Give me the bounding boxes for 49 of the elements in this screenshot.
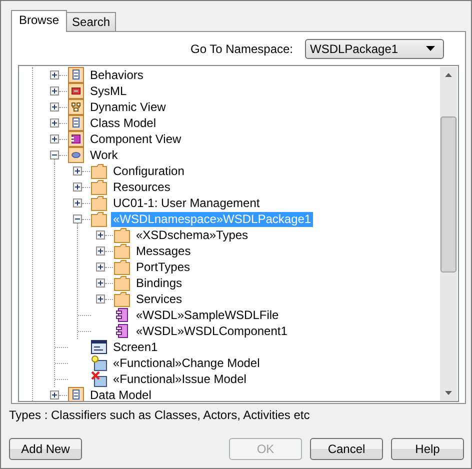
folder-icon	[114, 291, 130, 307]
scrollbar-drawing[interactable]	[440, 67, 457, 401]
folder-icon	[114, 227, 130, 243]
tree-item[interactable]: PortTypes	[134, 260, 192, 274]
package-icon	[68, 147, 84, 163]
tree-item[interactable]: Services	[134, 292, 184, 306]
tree-item[interactable]: Bindings	[134, 276, 184, 290]
folder-icon	[114, 243, 130, 259]
tree-item[interactable]: Messages	[134, 244, 193, 258]
tree-item[interactable]: Screen1	[111, 340, 160, 354]
folder-icon	[91, 179, 107, 195]
dialog-button[interactable]: Cancel	[310, 438, 383, 460]
screen-icon	[91, 339, 107, 355]
package-icon	[68, 115, 84, 131]
namespace-label: Go To Namespace:	[190, 42, 293, 56]
folder-icon	[91, 195, 107, 211]
dialog-button[interactable]: Help	[391, 438, 464, 460]
namespace-dropdown[interactable]: WSDLPackage1	[305, 38, 444, 58]
tree-item[interactable]: «XSDschema»Types	[134, 228, 250, 242]
tree-item[interactable]: Component View	[88, 132, 184, 146]
folder-icon	[114, 275, 130, 291]
component-icon	[114, 307, 130, 323]
tree-item[interactable]: Work	[88, 148, 120, 162]
tree-item[interactable]: Dynamic View	[88, 100, 168, 114]
tree-item[interactable]: UC01-1: User Management	[111, 196, 262, 210]
tree-item[interactable]: Class Model	[88, 116, 158, 130]
tree-item[interactable]: «WSDL»SampleWSDLFile	[134, 308, 281, 322]
tree-item[interactable]: «Functional»Change Model	[111, 356, 262, 370]
description-text: Types : Classifiers such as Classes, Actors, Activities etc	[8, 407, 311, 424]
tree-item[interactable]: Resources	[111, 180, 172, 194]
issue-icon	[91, 371, 107, 387]
tree-item[interactable]: «Functional»Issue Model	[111, 372, 248, 386]
package-icon	[68, 83, 84, 99]
folder-icon	[91, 163, 107, 179]
tree-item[interactable]: Behaviors	[88, 68, 146, 82]
tree-item[interactable]: Configuration	[111, 164, 186, 178]
package-icon	[68, 131, 84, 147]
tree-item[interactable]: Data Model	[88, 388, 154, 401]
dialog-button[interactable]: Add New	[9, 438, 82, 460]
change-request-icon	[91, 355, 107, 371]
tab[interactable]: Search	[66, 12, 116, 31]
tree-item[interactable]: SysML	[88, 84, 129, 98]
tree-item[interactable]: «WSDL»WSDLComponent1	[134, 324, 290, 338]
package-icon	[68, 99, 84, 115]
folder-icon	[114, 259, 130, 275]
caret-icon	[426, 46, 435, 51]
component-icon	[114, 323, 130, 339]
tab[interactable]: Browse	[11, 10, 68, 32]
folder-icon	[91, 211, 107, 227]
